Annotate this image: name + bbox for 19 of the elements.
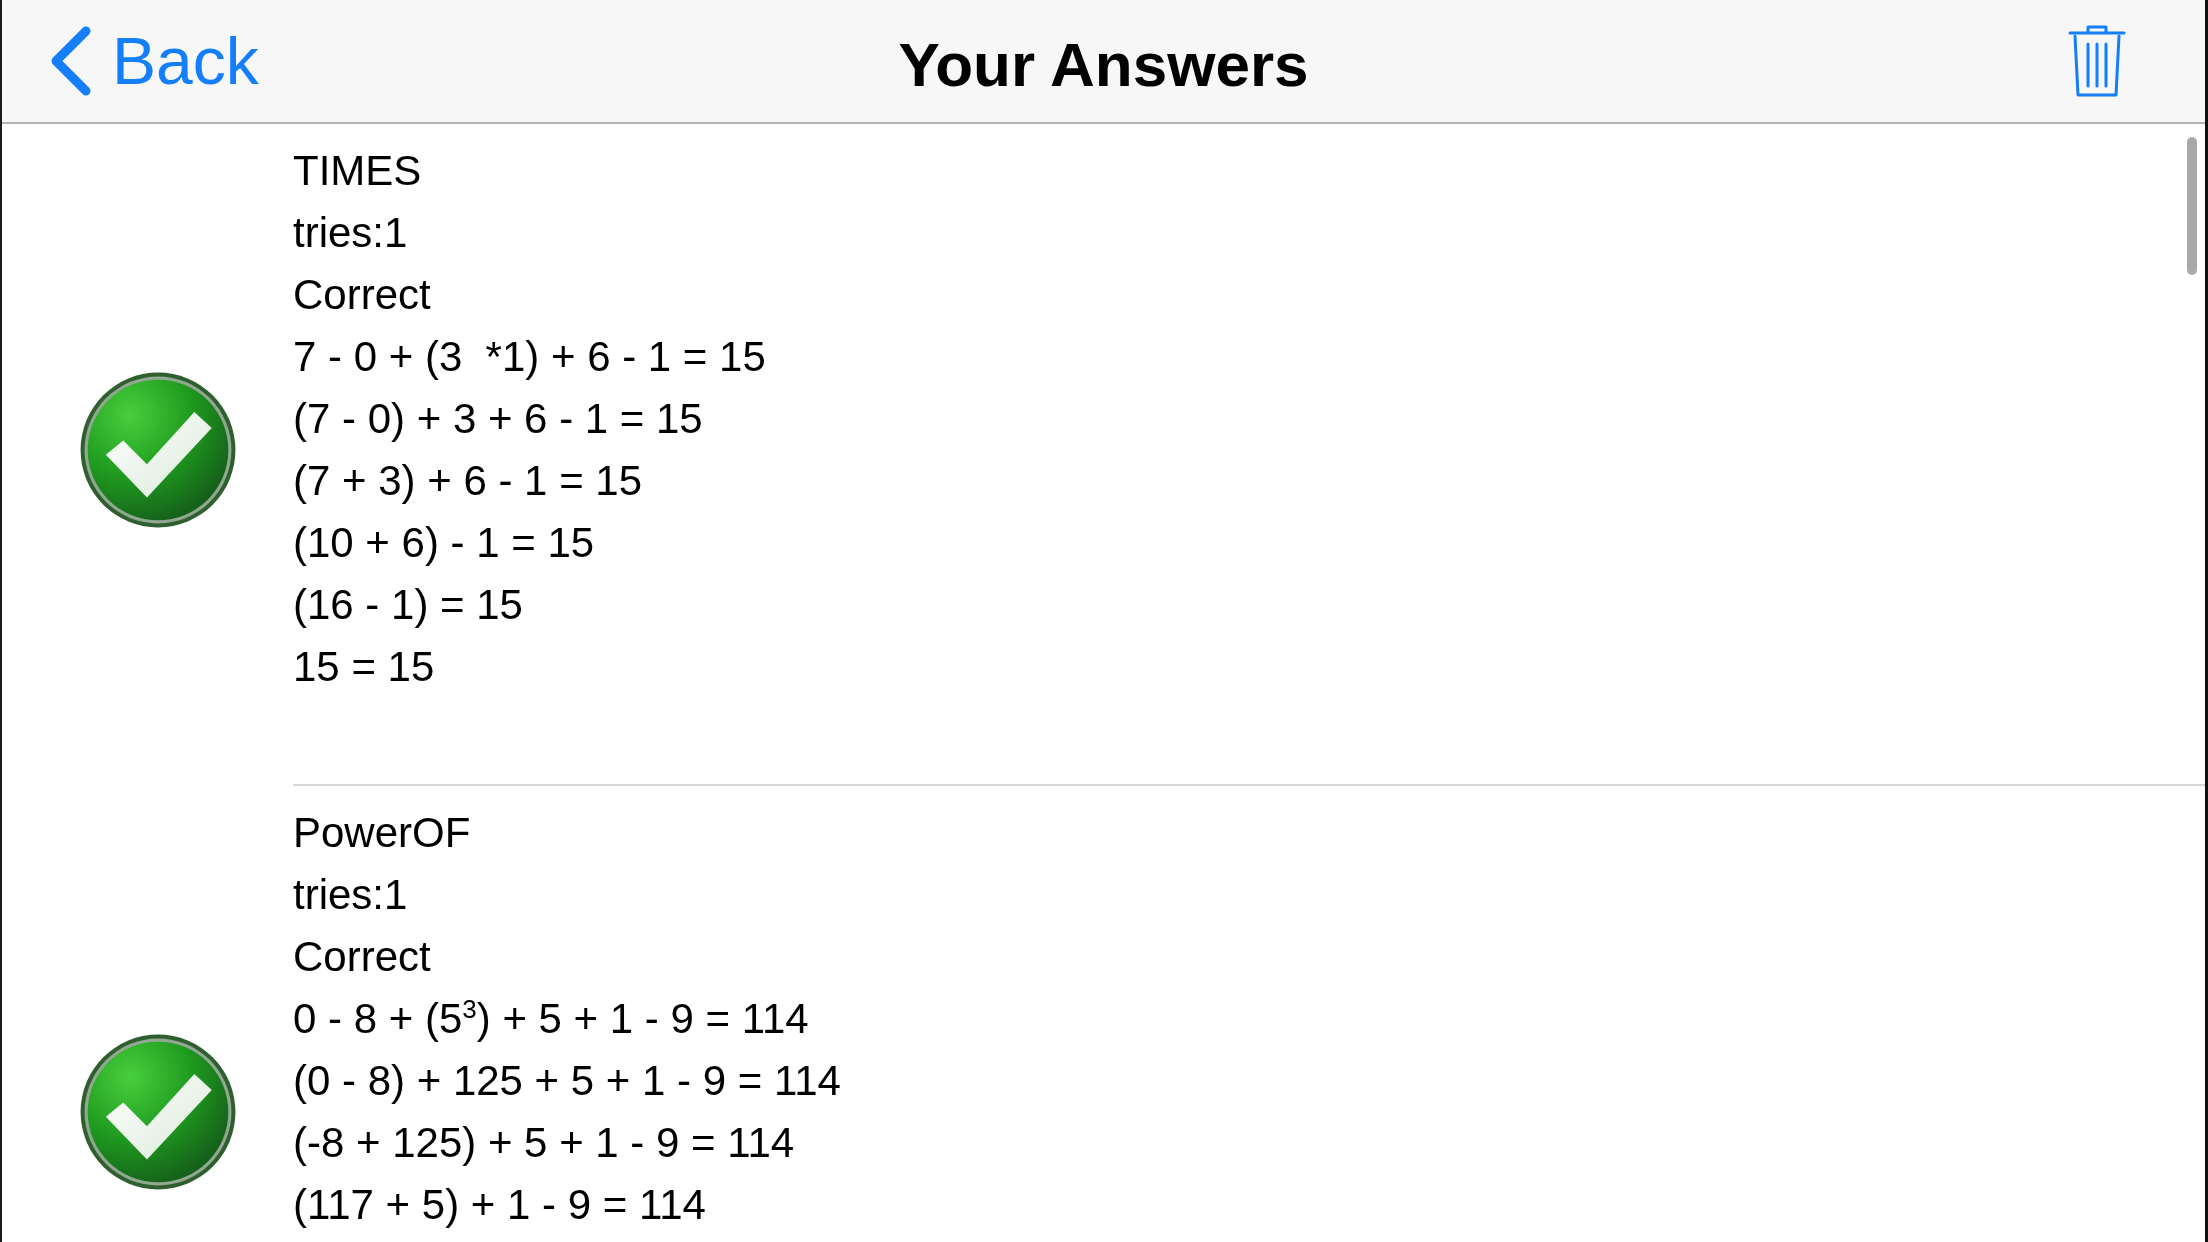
equation-step: (10 + 6) - 1 = 15 <box>293 512 595 574</box>
equation-step: 15 = 15 <box>293 636 435 698</box>
answer-title: TIMES <box>293 146 422 196</box>
result-label: Correct <box>293 932 431 982</box>
equation-step: (0 - 8) + 125 + 5 + 1 - 9 = 114 <box>293 1050 841 1112</box>
equation-step: (16 - 1) = 15 <box>293 574 523 636</box>
tries-count: tries:1 <box>293 870 408 920</box>
equation-step: (7 - 0) + 3 + 6 - 1 = 15 <box>293 388 703 450</box>
screen-title: Your Answers <box>898 28 1309 100</box>
equation-step: (7 + 3) + 6 - 1 = 15 <box>293 450 643 512</box>
equation-step: 0 - 8 + (5$^{3}$) + 5 + 1 - 9 = 114 <box>293 988 809 1050</box>
equation-step: (117 + 5) + 1 - 9 = 114 <box>293 1174 706 1236</box>
back-button[interactable]: Back <box>48 26 259 96</box>
result-label: Correct <box>293 270 431 320</box>
trash-icon[interactable] <box>2067 24 2127 98</box>
equation-step: (-8 + 125) + 5 + 1 - 9 = 114 <box>293 1112 795 1174</box>
answer-title: PowerOF <box>293 808 471 858</box>
equation-step: 7 - 0 + (3 *1) + 6 - 1 = 15 <box>293 326 766 388</box>
tries-count: tries:1 <box>293 208 408 258</box>
